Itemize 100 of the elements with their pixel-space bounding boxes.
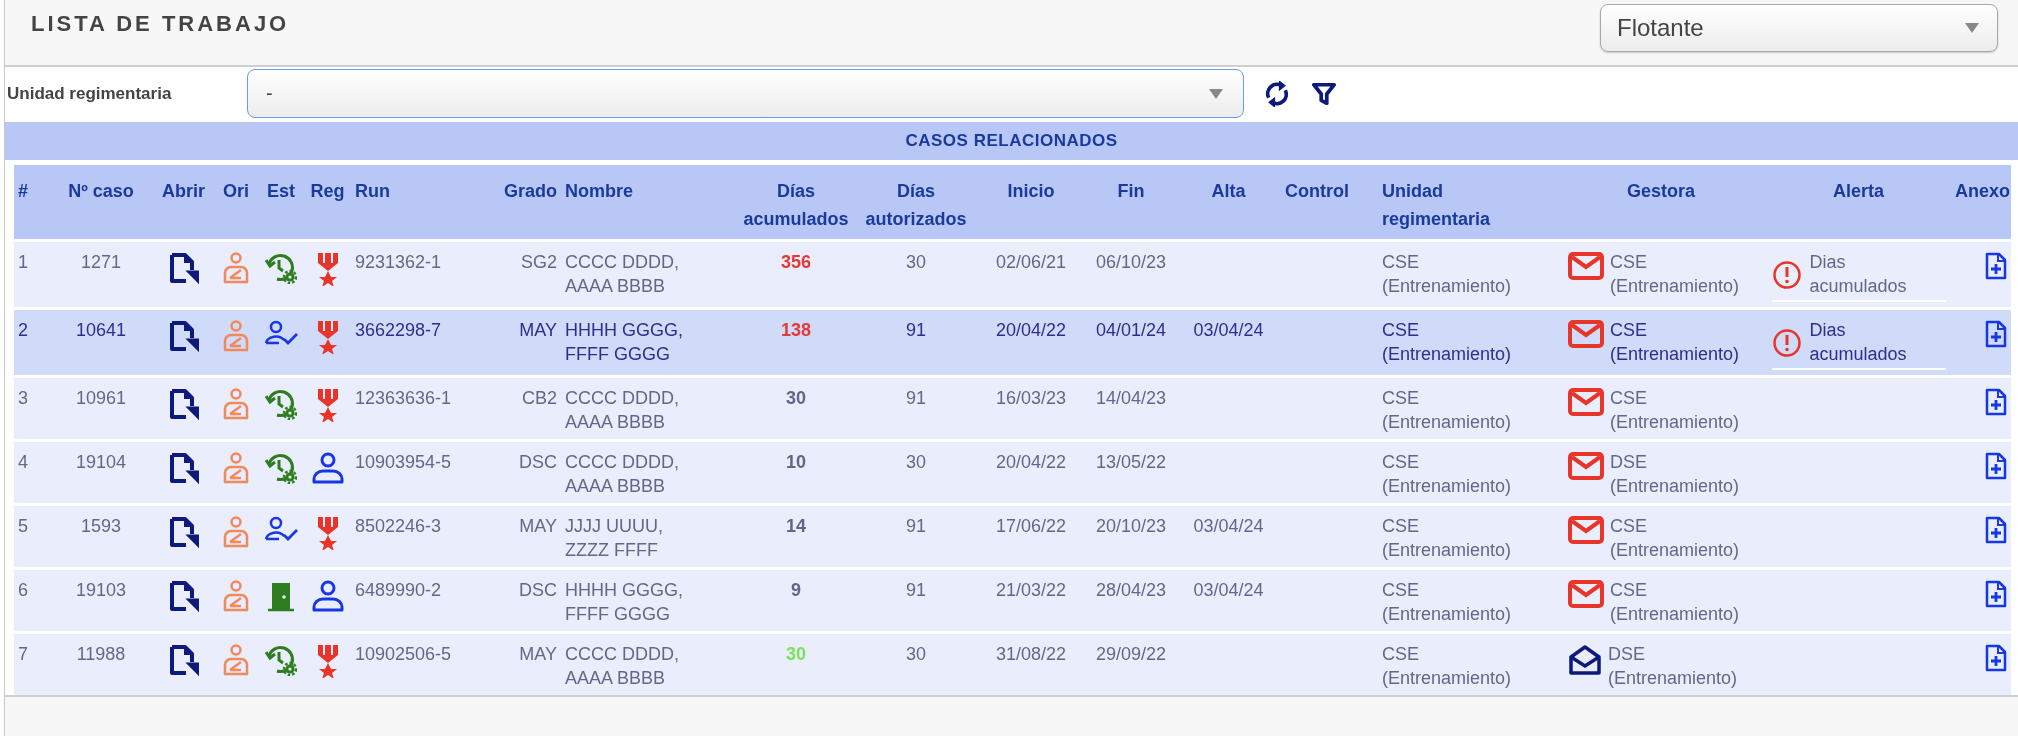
mode-dropdown[interactable]: Flotante xyxy=(1600,4,1998,52)
mail-icon[interactable] xyxy=(1568,320,1604,348)
add-file-icon[interactable] xyxy=(1985,388,2007,416)
alert-icon xyxy=(1771,328,1802,358)
caret-icon xyxy=(1965,23,1979,33)
person-name: CCCC DDDD, AAAA BBBB xyxy=(565,643,680,690)
document-icon[interactable] xyxy=(168,580,199,612)
manager-text: CSE (Entrenamiento) xyxy=(1610,387,1741,434)
start-date: 17/06/22 xyxy=(995,516,1067,536)
grade-text: CB2 xyxy=(522,388,557,408)
add-file-icon[interactable] xyxy=(1985,452,2007,480)
add-file-icon[interactable] xyxy=(1985,580,2007,608)
accumulated-days: 138 xyxy=(780,320,811,340)
unit-text: CSE (Entrenamiento) xyxy=(1382,387,1513,434)
accumulated-days: 30 xyxy=(786,388,806,408)
caret-icon xyxy=(1209,88,1223,99)
authorized-days: 91 xyxy=(906,388,926,408)
accumulated-days: 356 xyxy=(780,252,811,272)
document-icon[interactable] xyxy=(168,252,199,284)
authorized-days: 91 xyxy=(906,320,926,340)
run-number: 10903954-5 xyxy=(355,452,452,472)
row-number: 1 xyxy=(18,252,28,272)
medal-icon[interactable] xyxy=(315,516,340,550)
person-icon[interactable] xyxy=(310,452,345,484)
person-name: CCCC DDDD, AAAA BBBB xyxy=(565,387,680,434)
end-date: 20/10/23 xyxy=(1095,516,1167,536)
add-file-icon[interactable] xyxy=(1985,252,2007,280)
add-file-icon[interactable] xyxy=(1985,320,2007,348)
end-date: 13/05/22 xyxy=(1095,452,1167,472)
table-row[interactable]: 6 19103 6489990-2 DSC HHHH GGGG, FFFF GGGG 9 91 21/03/22 28/04/23 03/04/24 CSE (Entrenamiento) CSE (Entrenamiento) xyxy=(14,568,2011,633)
add-file-icon[interactable] xyxy=(1985,644,2007,672)
medal-icon[interactable] xyxy=(315,252,340,286)
history-gear-icon[interactable] xyxy=(265,452,297,484)
refresh-icon[interactable] xyxy=(1264,80,1290,107)
grade-text: SG2 xyxy=(520,252,557,272)
add-file-icon[interactable] xyxy=(1985,516,2007,544)
unit-dropdown[interactable]: - xyxy=(247,69,1244,118)
table-row[interactable]: 3 10961 12363636-1 CB2 CCCC DDDD, AAAA BBBB 30 91 16/03/23 14/04/23 CSE (Entrenamiento) CSE (Entrenamiento) xyxy=(14,376,2011,441)
row-number: 6 xyxy=(18,580,28,600)
medal-icon[interactable] xyxy=(315,644,340,678)
person-check-icon[interactable] xyxy=(264,516,298,542)
alert-icon xyxy=(1771,260,1802,290)
discharge-date: 03/04/24 xyxy=(1193,516,1264,536)
table-row[interactable]: 4 19104 10903954-5 DSC CCCC DDDD, AAAA BBBB 10 30 20/04/22 13/05/22 CSE (Entrenamiento) DSE (Entrenamiento) xyxy=(14,440,2011,505)
run-number: 3662298-7 xyxy=(355,320,442,340)
medal-icon[interactable] xyxy=(315,320,340,354)
document-icon[interactable] xyxy=(168,388,199,420)
manager-text: CSE (Entrenamiento) xyxy=(1610,579,1741,626)
case-number: 11988 xyxy=(76,644,126,664)
unit-text: CSE (Entrenamiento) xyxy=(1382,251,1513,298)
end-date: 04/01/24 xyxy=(1095,320,1167,340)
accumulated-days: 30 xyxy=(786,644,806,664)
table-row[interactable]: 7 11988 10902506-5 MAY CCCC DDDD, AAAA BBBB 30 30 31/08/22 29/09/22 CSE (Entrenamiento) DSE (Entrenamiento) xyxy=(14,632,2011,695)
unit-text: CSE (Entrenamiento) xyxy=(1382,451,1513,498)
unit-text: CSE (Entrenamiento) xyxy=(1382,643,1513,690)
start-date: 20/04/22 xyxy=(995,452,1067,472)
authorized-days: 91 xyxy=(906,580,926,600)
person-icon[interactable] xyxy=(310,580,345,612)
unit-text: CSE (Entrenamiento) xyxy=(1382,579,1513,626)
document-icon[interactable] xyxy=(168,644,199,676)
person-name: HHHH GGGG, FFFF GGGG xyxy=(565,319,684,366)
filter-label: Unidad regimentaria xyxy=(7,83,173,104)
accumulated-days: 14 xyxy=(786,516,806,536)
grade-text: DSC xyxy=(519,580,557,600)
run-number: 12363636-1 xyxy=(355,388,452,408)
start-date: 16/03/23 xyxy=(995,388,1067,408)
table-row[interactable]: 5 1593 8502246-3 MAY JJJJ UUUU, ZZZZ FFFF 14 91 17/06/22 20/10/23 03/04/24 CSE (Entrenamiento) CSE (Entrenamiento) xyxy=(14,504,2011,569)
case-number: 10641 xyxy=(75,320,127,340)
person-name: CCCC DDDD, AAAA BBBB xyxy=(565,251,680,298)
row-number: 5 xyxy=(18,516,28,536)
mail-icon[interactable] xyxy=(1568,516,1604,544)
run-number: 9231362-1 xyxy=(355,252,442,272)
history-gear-icon[interactable] xyxy=(265,388,297,420)
door-icon[interactable] xyxy=(266,580,296,612)
open-envelope-icon[interactable] xyxy=(1568,644,1602,676)
start-date: 02/06/21 xyxy=(995,252,1067,272)
filter-icon[interactable] xyxy=(1312,81,1336,106)
history-gear-icon[interactable] xyxy=(265,644,297,676)
case-number: 19104 xyxy=(75,452,127,472)
document-icon[interactable] xyxy=(168,320,199,352)
mail-icon[interactable] xyxy=(1568,580,1604,608)
history-gear-icon[interactable] xyxy=(265,252,297,284)
person-name: HHHH GGGG, FFFF GGGG xyxy=(565,579,684,626)
accumulated-days: 9 xyxy=(791,580,801,600)
run-number: 8502246-3 xyxy=(355,516,442,536)
mail-icon[interactable] xyxy=(1568,252,1604,280)
medal-icon[interactable] xyxy=(315,388,340,422)
table-row[interactable]: 1 1271 9231362-1 SG2 CCCC DDDD, AAAA BBBB 356 30 02/06/21 06/10/23 CSE (Entrenamiento) CSE (Entrenamiento) Dias acumulados xyxy=(14,240,2011,309)
document-icon[interactable] xyxy=(168,516,199,548)
mail-icon[interactable] xyxy=(1568,452,1604,480)
case-number: 1593 xyxy=(80,516,121,536)
end-date: 14/04/23 xyxy=(1095,388,1167,408)
authorized-days: 91 xyxy=(906,516,926,536)
table-row[interactable]: 2 10641 3662298-7 MAY HHHH GGGG, FFFF GGGG 138 91 20/04/22 04/01/24 03/04/24 CSE (Entrenamiento) CSE (Entrenamiento) Dias acumulados xyxy=(14,308,2011,377)
document-icon[interactable] xyxy=(168,452,199,484)
person-check-icon[interactable] xyxy=(264,320,298,346)
authorized-days: 30 xyxy=(906,452,926,472)
discharge-date: 03/04/24 xyxy=(1193,580,1264,600)
authorized-days: 30 xyxy=(906,252,926,272)
mail-icon[interactable] xyxy=(1568,388,1604,416)
